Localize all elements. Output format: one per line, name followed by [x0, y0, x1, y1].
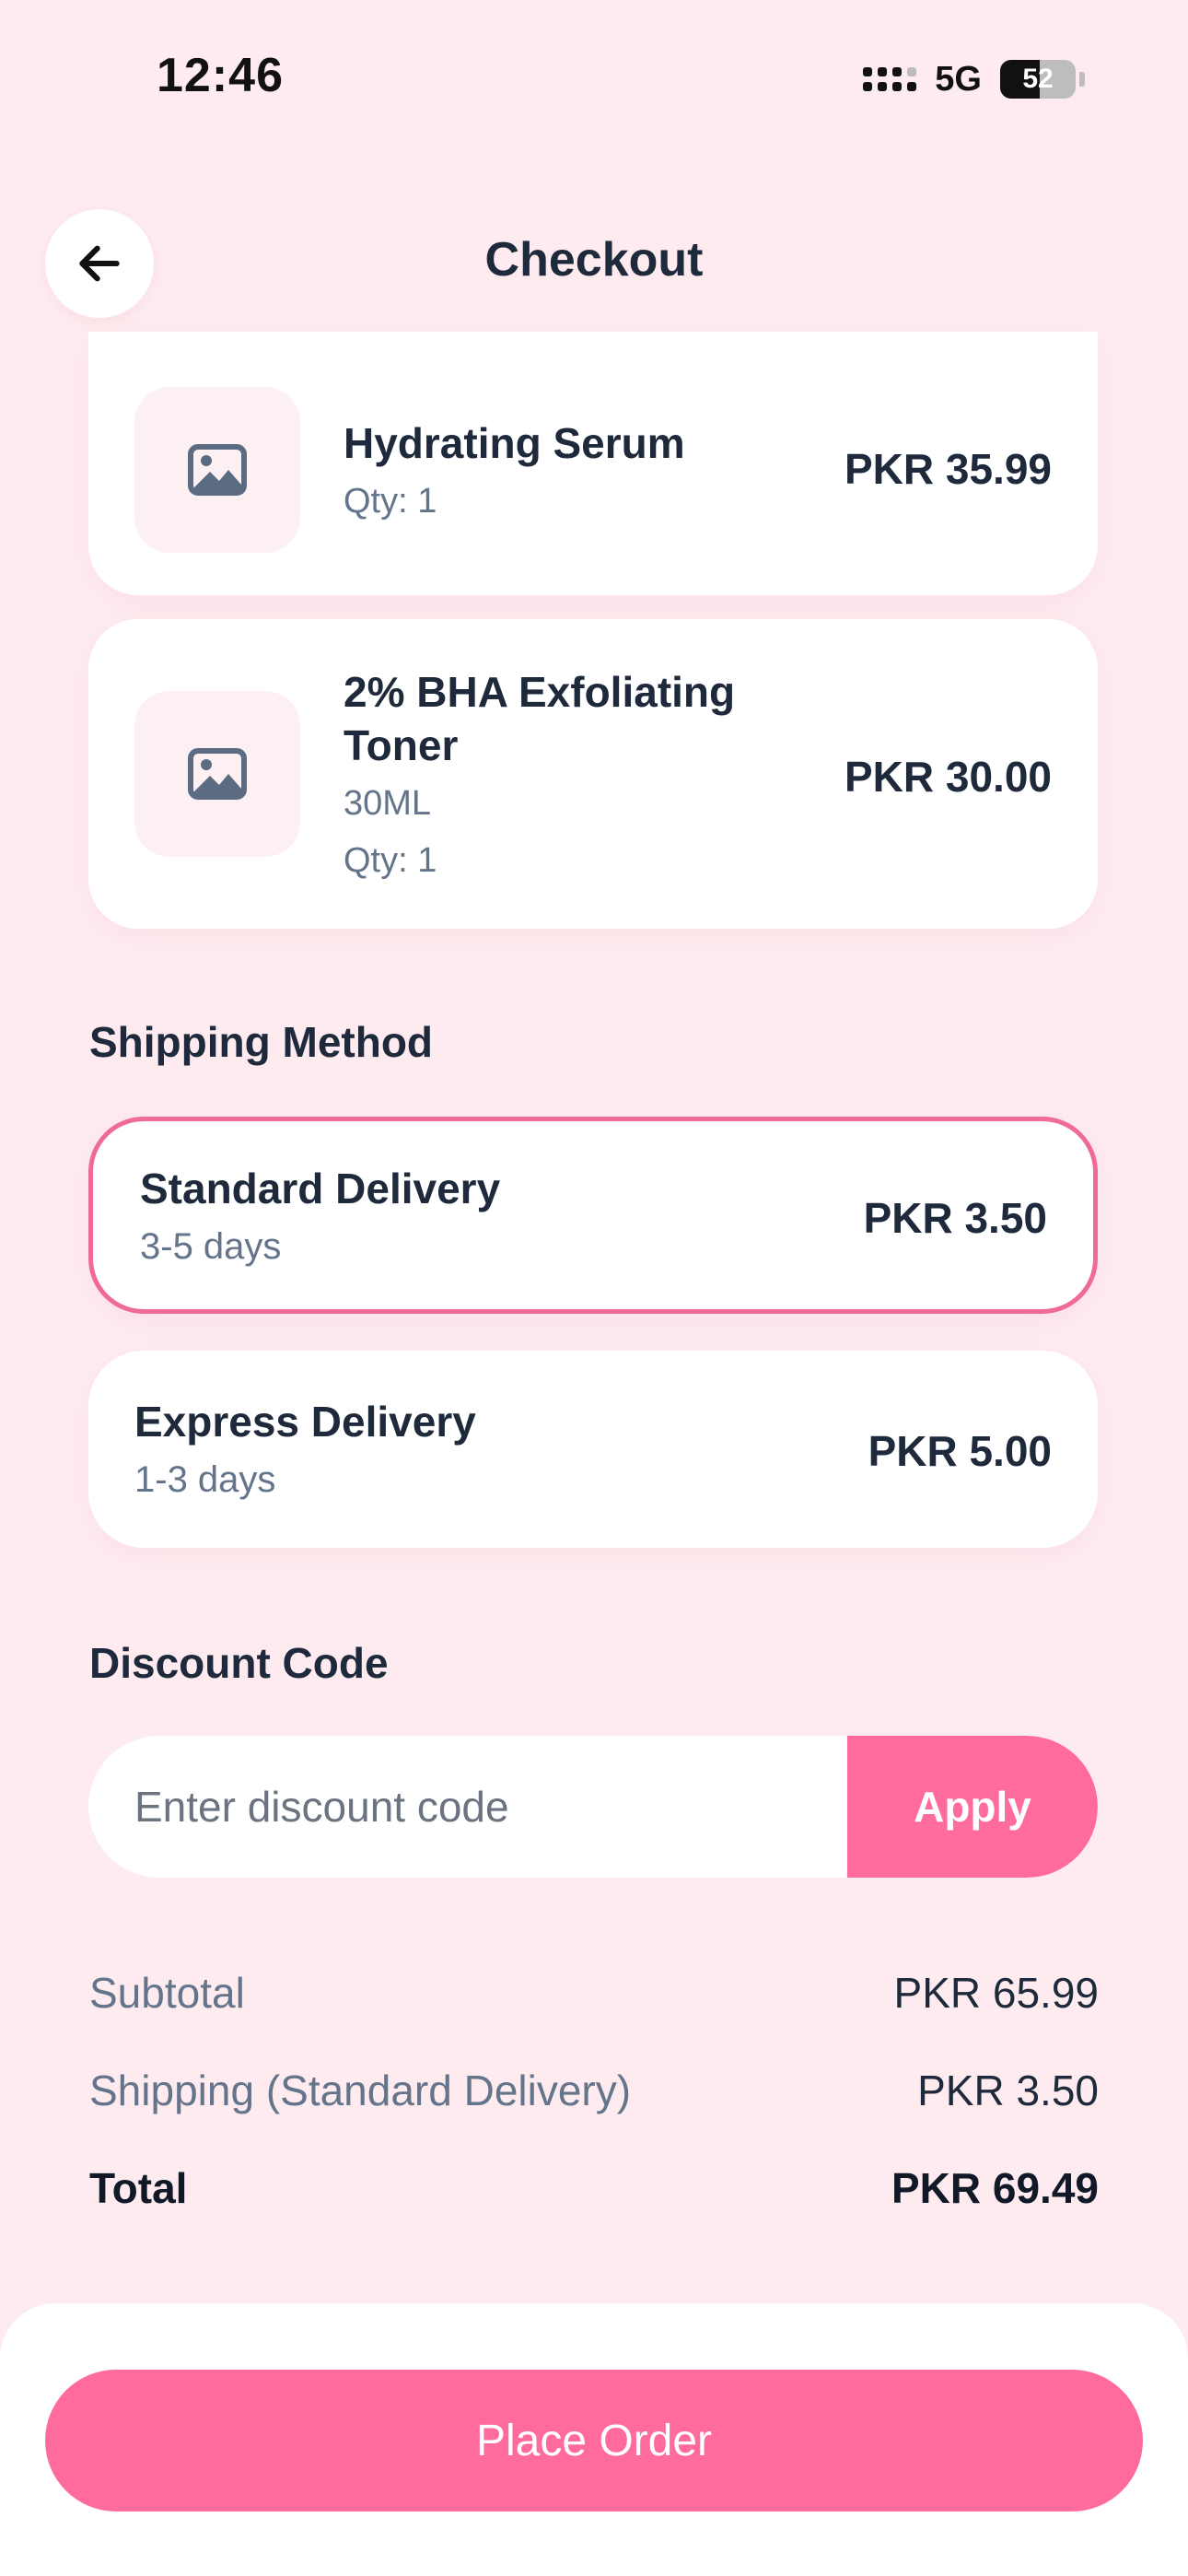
- shipping-option-standard[interactable]: Standard Delivery 3-5 days PKR 3.50: [88, 1117, 1098, 1314]
- cart-item: 2% BHA Exfoliating Toner 30ML Qty: 1 PKR…: [88, 619, 1098, 929]
- product-qty: Qty: 1: [344, 482, 437, 521]
- bottom-action-bar: Place Order: [0, 2303, 1188, 2576]
- summary-shipping-row: Shipping (Standard Delivery) PKR 3.50: [89, 2066, 1099, 2115]
- product-price: PKR 35.99: [844, 445, 1052, 493]
- product-variant: 30ML: [344, 784, 432, 823]
- shipping-option-name: Express Delivery: [134, 1398, 476, 1446]
- image-placeholder-icon: [188, 748, 247, 800]
- header: Checkout: [0, 203, 1188, 322]
- shipping-option-days: 3-5 days: [140, 1226, 282, 1267]
- discount-code-row: Apply: [88, 1736, 1098, 1878]
- shipping-value: PKR 3.50: [917, 2067, 1099, 2114]
- summary-total-row: Total PKR 69.49: [89, 2163, 1099, 2213]
- total-value: PKR 69.49: [891, 2164, 1099, 2212]
- product-info: Hydrating Serum Qty: 1: [344, 416, 822, 527]
- apply-discount-button[interactable]: Apply: [847, 1736, 1098, 1878]
- total-label: Total: [89, 2164, 188, 2212]
- product-info: 2% BHA Exfoliating Toner 30ML Qty: 1: [344, 665, 822, 886]
- shipping-option-name: Standard Delivery: [140, 1165, 501, 1212]
- product-name: Hydrating Serum: [344, 419, 685, 467]
- status-bar: 12:46 5G 52: [0, 0, 1188, 157]
- checkout-screen: 12:46 5G 52 Checkout Hydrating Serum Qty…: [0, 0, 1188, 2576]
- shipping-label: Shipping (Standard Delivery): [89, 2067, 632, 2114]
- image-placeholder-icon: [188, 444, 247, 496]
- summary-subtotal-row: Subtotal PKR 65.99: [89, 1968, 1099, 2018]
- page-title: Checkout: [484, 233, 704, 287]
- product-name: 2% BHA Exfoliating Toner: [344, 668, 736, 769]
- place-order-button[interactable]: Place Order: [45, 2370, 1143, 2512]
- discount-code-title: Discount Code: [89, 1639, 389, 1687]
- status-indicators: 5G 52: [863, 57, 1085, 101]
- subtotal-label: Subtotal: [89, 1969, 245, 2017]
- shipping-option-price: PKR 3.50: [863, 1194, 1047, 1242]
- product-price: PKR 30.00: [844, 753, 1052, 801]
- network-type: 5G: [935, 59, 982, 99]
- product-thumbnail: [134, 387, 300, 553]
- shipping-method-title: Shipping Method: [89, 1018, 434, 1066]
- discount-code-input[interactable]: [88, 1736, 847, 1878]
- battery-level: 52: [1022, 64, 1054, 94]
- status-time: 12:46: [157, 49, 284, 102]
- cart-item: Hydrating Serum Qty: 1 PKR 35.99: [88, 332, 1098, 595]
- product-thumbnail: [134, 691, 300, 857]
- signal-icon: [863, 67, 917, 91]
- battery-icon: 52: [1000, 60, 1076, 99]
- shipping-option-price: PKR 5.00: [868, 1427, 1052, 1475]
- subtotal-value: PKR 65.99: [893, 1969, 1099, 2017]
- product-qty: Qty: 1: [344, 841, 437, 880]
- battery-tip: [1079, 72, 1085, 87]
- shipping-option-days: 1-3 days: [134, 1459, 276, 1500]
- shipping-option-express[interactable]: Express Delivery 1-3 days PKR 5.00: [88, 1351, 1098, 1548]
